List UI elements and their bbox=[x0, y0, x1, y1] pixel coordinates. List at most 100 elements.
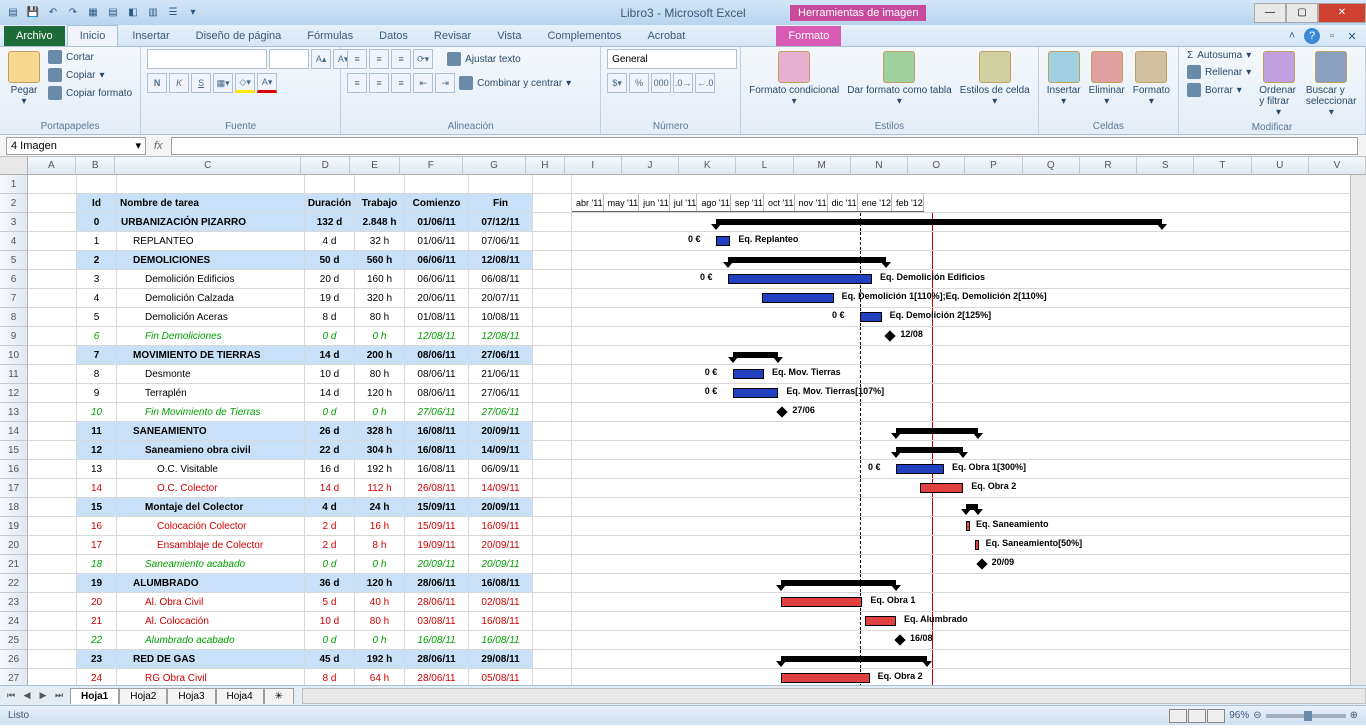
cell[interactable]: 0 d bbox=[305, 555, 355, 574]
row-header[interactable]: 25 bbox=[0, 631, 28, 650]
col-header[interactable]: E bbox=[350, 157, 399, 175]
thousands-button[interactable]: 000 bbox=[651, 73, 671, 93]
tab-datos[interactable]: Datos bbox=[367, 26, 420, 46]
cell[interactable]: Saneamieno obra civil bbox=[117, 441, 305, 460]
cell[interactable]: 132 d bbox=[305, 213, 355, 232]
row-header[interactable]: 16 bbox=[0, 460, 28, 479]
cell[interactable]: 20/09/11 bbox=[469, 536, 533, 555]
cell[interactable]: 20/07/11 bbox=[469, 289, 533, 308]
cell[interactable]: 120 h bbox=[355, 574, 405, 593]
cell[interactable]: RG Obra Civil bbox=[117, 669, 305, 685]
cell[interactable]: 12/08/11 bbox=[469, 327, 533, 346]
row-header[interactable]: 19 bbox=[0, 517, 28, 536]
cell[interactable]: 08/06/11 bbox=[405, 346, 469, 365]
cell[interactable]: 19 d bbox=[305, 289, 355, 308]
cell[interactable]: 28/06/11 bbox=[405, 574, 469, 593]
cell[interactable]: 80 h bbox=[355, 308, 405, 327]
cell[interactable]: 16/08/11 bbox=[405, 460, 469, 479]
col-header[interactable]: P bbox=[965, 157, 1022, 175]
align-bottom[interactable]: ≡ bbox=[391, 49, 411, 69]
grow-font-button[interactable]: A▴ bbox=[311, 49, 331, 69]
restore-window-icon[interactable]: ▫ bbox=[1324, 28, 1340, 44]
cell[interactable]: 23 bbox=[77, 650, 117, 669]
cell[interactable]: Fin bbox=[469, 194, 533, 213]
tab-acrobat[interactable]: Acrobat bbox=[635, 26, 697, 46]
cell[interactable]: Fin Demoliciones bbox=[117, 327, 305, 346]
cell[interactable]: 18 bbox=[77, 555, 117, 574]
cell[interactable]: Demolición Aceras bbox=[117, 308, 305, 327]
help-icon[interactable]: ? bbox=[1304, 28, 1320, 44]
col-header[interactable]: F bbox=[400, 157, 463, 175]
format-table-button[interactable]: Dar formato como tabla▾ bbox=[845, 49, 954, 109]
cell[interactable]: 16/08/11 bbox=[405, 422, 469, 441]
cell[interactable]: 20/09/11 bbox=[469, 555, 533, 574]
cell[interactable]: 10 d bbox=[305, 612, 355, 631]
format-painter-button[interactable]: Copiar formato bbox=[46, 85, 134, 101]
cell[interactable]: Comienzo bbox=[405, 194, 469, 213]
col-header[interactable]: Q bbox=[1023, 157, 1080, 175]
col-header[interactable]: C bbox=[115, 157, 301, 175]
row-header[interactable]: 12 bbox=[0, 384, 28, 403]
cell[interactable]: 64 h bbox=[355, 669, 405, 685]
row-header[interactable]: 17 bbox=[0, 479, 28, 498]
copy-button[interactable]: Copiar ▾ bbox=[46, 67, 134, 83]
align-middle[interactable]: ≡ bbox=[369, 49, 389, 69]
cell[interactable]: 28/06/11 bbox=[405, 593, 469, 612]
cell[interactable]: 01/08/11 bbox=[405, 308, 469, 327]
cell[interactable]: 192 h bbox=[355, 650, 405, 669]
align-right[interactable]: ≡ bbox=[391, 73, 411, 93]
cell[interactable]: MOVIMIENTO DE TIERRAS bbox=[117, 346, 305, 365]
cell[interactable]: 4 d bbox=[305, 232, 355, 251]
cell[interactable]: 160 h bbox=[355, 270, 405, 289]
qa-btn[interactable]: ▤ bbox=[104, 4, 122, 22]
row-header[interactable]: 26 bbox=[0, 650, 28, 669]
row-header[interactable]: 18 bbox=[0, 498, 28, 517]
cell[interactable]: 4 d bbox=[305, 498, 355, 517]
col-header[interactable]: I bbox=[565, 157, 622, 175]
excel-icon[interactable]: ▤ bbox=[4, 4, 22, 22]
autosum-button[interactable]: Σ Autosuma ▾ bbox=[1185, 49, 1253, 62]
cell[interactable]: 11 bbox=[77, 422, 117, 441]
cell[interactable]: 4 bbox=[77, 289, 117, 308]
font-color-button[interactable]: A▾ bbox=[257, 73, 277, 93]
view-normal-button[interactable] bbox=[1169, 709, 1187, 723]
vertical-scrollbar[interactable] bbox=[1350, 175, 1366, 685]
close-button[interactable]: ✕ bbox=[1318, 3, 1366, 23]
cell[interactable]: RED DE GAS bbox=[117, 650, 305, 669]
zoom-slider[interactable] bbox=[1266, 714, 1346, 718]
cell[interactable]: 07/06/11 bbox=[469, 232, 533, 251]
cell[interactable]: Al. Obra Civil bbox=[117, 593, 305, 612]
align-center[interactable]: ≡ bbox=[369, 73, 389, 93]
cell[interactable]: 28/06/11 bbox=[405, 650, 469, 669]
new-sheet-button[interactable]: ✳ bbox=[264, 688, 294, 704]
cut-button[interactable]: Cortar bbox=[46, 49, 134, 65]
cell[interactable]: Nombre de tarea bbox=[117, 194, 305, 213]
col-header[interactable]: S bbox=[1137, 157, 1194, 175]
format-cells-button[interactable]: Formato▾ bbox=[1131, 49, 1172, 109]
cell[interactable]: 17 bbox=[77, 536, 117, 555]
cell[interactable]: 16 h bbox=[355, 517, 405, 536]
cell[interactable]: 14 d bbox=[305, 346, 355, 365]
sheet-nav-last[interactable]: ⏭ bbox=[52, 689, 66, 703]
cell[interactable]: 02/08/11 bbox=[469, 593, 533, 612]
cell[interactable]: 14 d bbox=[305, 479, 355, 498]
row-header[interactable]: 3 bbox=[0, 213, 28, 232]
cell[interactable]: Desmonte bbox=[117, 365, 305, 384]
cell[interactable]: 320 h bbox=[355, 289, 405, 308]
sheet-nav-prev[interactable]: ◀ bbox=[20, 689, 34, 703]
col-header[interactable]: O bbox=[908, 157, 965, 175]
cell[interactable]: 19 bbox=[77, 574, 117, 593]
merge-button[interactable]: Combinar y centrar ▾ bbox=[457, 73, 573, 93]
tab-revisar[interactable]: Revisar bbox=[422, 26, 483, 46]
cell[interactable]: 16 bbox=[77, 517, 117, 536]
cell[interactable]: 5 d bbox=[305, 593, 355, 612]
cell[interactable]: 6 bbox=[77, 327, 117, 346]
size-combo[interactable] bbox=[269, 49, 309, 69]
cell[interactable]: 20/06/11 bbox=[405, 289, 469, 308]
cell[interactable]: 0 d bbox=[305, 631, 355, 650]
sort-filter-button[interactable]: Ordenar y filtrar▾ bbox=[1257, 49, 1300, 120]
row-header[interactable]: 27 bbox=[0, 669, 28, 685]
tab-formulas[interactable]: Fórmulas bbox=[295, 26, 365, 46]
cell[interactable]: 40 h bbox=[355, 593, 405, 612]
horizontal-scrollbar[interactable] bbox=[302, 688, 1366, 704]
